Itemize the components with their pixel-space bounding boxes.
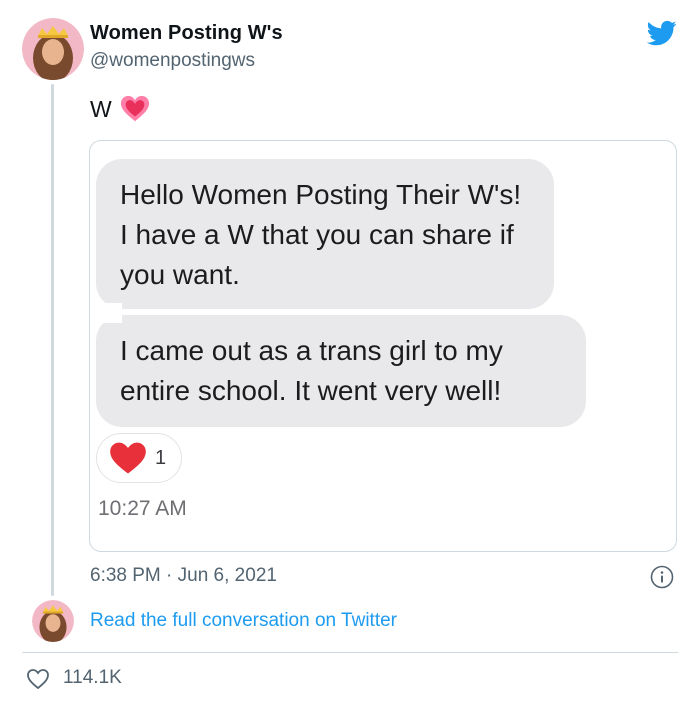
like-count[interactable]: 114.1K	[63, 667, 122, 689]
tweet-text-content: W	[90, 95, 112, 122]
thread-line	[51, 84, 54, 596]
tweet-timestamp[interactable]: 6:38 PM · Jun 6, 2021	[90, 565, 277, 587]
twitter-bird-icon[interactable]	[645, 18, 679, 48]
tweet-text: W	[90, 94, 150, 124]
message-bubble: Hello Women Posting Their W's! I have a …	[96, 159, 554, 309]
reaction-badge: 1	[96, 433, 182, 483]
divider	[22, 652, 678, 653]
author-handle[interactable]: @womenpostingws	[90, 50, 255, 72]
info-icon[interactable]	[650, 565, 674, 589]
author-avatar[interactable]	[22, 18, 84, 80]
message-time: 10:27 AM	[98, 497, 187, 520]
author-name[interactable]: Women Posting W's	[90, 22, 283, 45]
message-bubble: I came out as a trans girl to my entire …	[94, 303, 586, 427]
read-conversation-link[interactable]: Read the full conversation on Twitter	[90, 610, 397, 632]
reaction-count: 1	[155, 446, 167, 469]
pink-heart-emoji	[120, 95, 149, 122]
embedded-screenshot[interactable]: Hello Women Posting Their W's! I have a …	[89, 140, 677, 552]
author-avatar-small[interactable]	[32, 600, 74, 642]
red-heart-reaction-icon	[110, 442, 146, 474]
tweet-card: Women Posting W's @womenpostingws W Hell…	[0, 0, 700, 705]
heart-outline-icon[interactable]	[26, 667, 50, 691]
